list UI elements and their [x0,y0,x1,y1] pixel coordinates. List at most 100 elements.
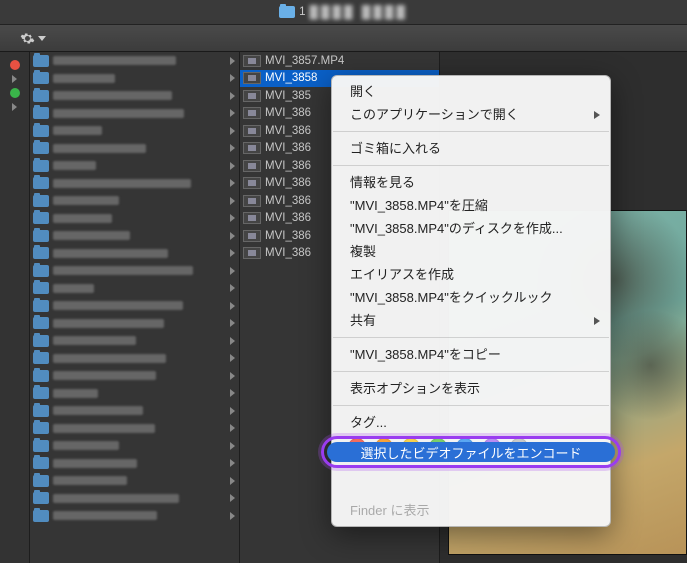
folder-label-blurred [53,249,168,258]
folder-icon [33,125,49,137]
folder-icon [33,230,49,242]
ctx-alias[interactable]: エイリアスを作成 [332,263,610,286]
file-row[interactable]: MVI_3857.MP4 [240,52,439,70]
ctx-trash[interactable]: ゴミ箱に入れる [332,137,610,160]
ctx-sep [333,467,609,468]
sidebar-folder-row[interactable] [30,157,239,175]
folder-icon [279,6,295,18]
folder-icon [33,90,49,102]
folder-label-blurred [53,144,146,153]
chevron-right-icon [230,232,235,240]
sidebar-folder-row[interactable] [30,472,239,490]
ctx-compress[interactable]: "MVI_3858.MP4"を圧縮 [332,194,610,217]
sidebar-folder-row[interactable] [30,420,239,438]
sidebar-folder-row[interactable] [30,315,239,333]
chevron-right-icon [230,127,235,135]
folder-icon [33,160,49,172]
ctx-open-with[interactable]: このアプリケーションで開く [332,103,610,126]
file-label: MVI_386 [265,212,311,224]
sidebar-folder-row[interactable] [30,367,239,385]
video-file-icon [243,195,261,207]
sidebar-folder-row[interactable] [30,122,239,140]
path-blur: ████ ████ [310,5,408,19]
video-file-icon [243,247,261,259]
ctx-reveal-finder[interactable]: Finder に表示 [332,499,610,522]
folder-column[interactable] [30,52,240,563]
sidebar-folder-row[interactable] [30,210,239,228]
folder-icon [33,510,49,522]
ctx-duplicate[interactable]: 複製 [332,240,610,263]
tag-red[interactable] [348,438,366,456]
sidebar-folder-row[interactable] [30,175,239,193]
folder-label-blurred [53,56,176,65]
folder-icon [33,475,49,487]
ctx-sep [333,371,609,372]
folder-label-blurred [53,231,130,240]
folder-label-blurred [53,441,119,450]
sidebar-folder-row[interactable] [30,262,239,280]
sidebar-folder-row[interactable] [30,402,239,420]
ctx-copy[interactable]: "MVI_3858.MP4"をコピー [332,343,610,366]
sidebar-folder-row[interactable] [30,455,239,473]
folder-icon [33,177,49,189]
ctx-burn[interactable]: "MVI_3858.MP4"のディスクを作成... [332,217,610,240]
sidebar-folder-row[interactable] [30,280,239,298]
folder-label-blurred [53,284,94,293]
chevron-right-icon [230,407,235,415]
folder-label-blurred [53,74,115,83]
sidebar-folder-row[interactable] [30,70,239,88]
ctx-sep [333,131,609,132]
folder-icon [33,457,49,469]
tag-orange[interactable] [375,438,393,456]
folder-label-blurred [53,126,102,135]
sidebar-folder-row[interactable] [30,490,239,508]
tag-blue[interactable] [456,438,474,456]
folder-icon [33,405,49,417]
sidebar-folder-row[interactable] [30,245,239,263]
sidebar-folder-row[interactable] [30,332,239,350]
tag-purple[interactable] [483,438,501,456]
sidebar-folder-row[interactable] [30,227,239,245]
sidebar-folder-row[interactable] [30,140,239,158]
folder-icon [33,352,49,364]
chevron-right-icon [230,284,235,292]
folder-icon [33,265,49,277]
gear-icon [20,31,35,46]
tag-gray[interactable] [510,438,528,456]
chevron-right-icon [230,477,235,485]
chevron-right-icon [230,144,235,152]
chevron-right-icon [230,442,235,450]
sidebar-folder-row[interactable] [30,297,239,315]
ctx-sep [333,405,609,406]
path-bar: 1 ████ ████ [0,0,687,25]
ctx-open[interactable]: 開く [332,80,610,103]
tag-green[interactable] [429,438,447,456]
sidebar-folder-row[interactable] [30,192,239,210]
tag-yellow[interactable] [402,438,420,456]
chevron-right-icon [230,197,235,205]
chevron-right-icon [230,92,235,100]
action-menu-button[interactable] [12,29,54,48]
sidebar-folder-row[interactable] [30,105,239,123]
ctx-get-info[interactable]: 情報を見る [332,171,610,194]
ctx-share[interactable]: 共有 [332,309,610,332]
sidebar-folder-row[interactable] [30,350,239,368]
video-file-icon [243,125,261,137]
chevron-right-icon [230,249,235,257]
chevron-right-icon [12,75,17,83]
ctx-quicklook[interactable]: "MVI_3858.MP4"をクイックルック [332,286,610,309]
video-file-icon [243,55,261,67]
ctx-sep [333,337,609,338]
source-dots-column [0,52,30,563]
sidebar-folder-row[interactable] [30,87,239,105]
ctx-tags-label: タグ... [332,411,610,434]
sidebar-folder-row[interactable] [30,507,239,525]
folder-label-blurred [53,459,137,468]
ctx-view-options[interactable]: 表示オプションを表示 [332,377,610,400]
file-label: MVI_386 [265,177,311,189]
chevron-right-icon [230,162,235,170]
sidebar-folder-row[interactable] [30,52,239,70]
folder-label-blurred [53,406,143,415]
sidebar-folder-row[interactable] [30,437,239,455]
sidebar-folder-row[interactable] [30,385,239,403]
